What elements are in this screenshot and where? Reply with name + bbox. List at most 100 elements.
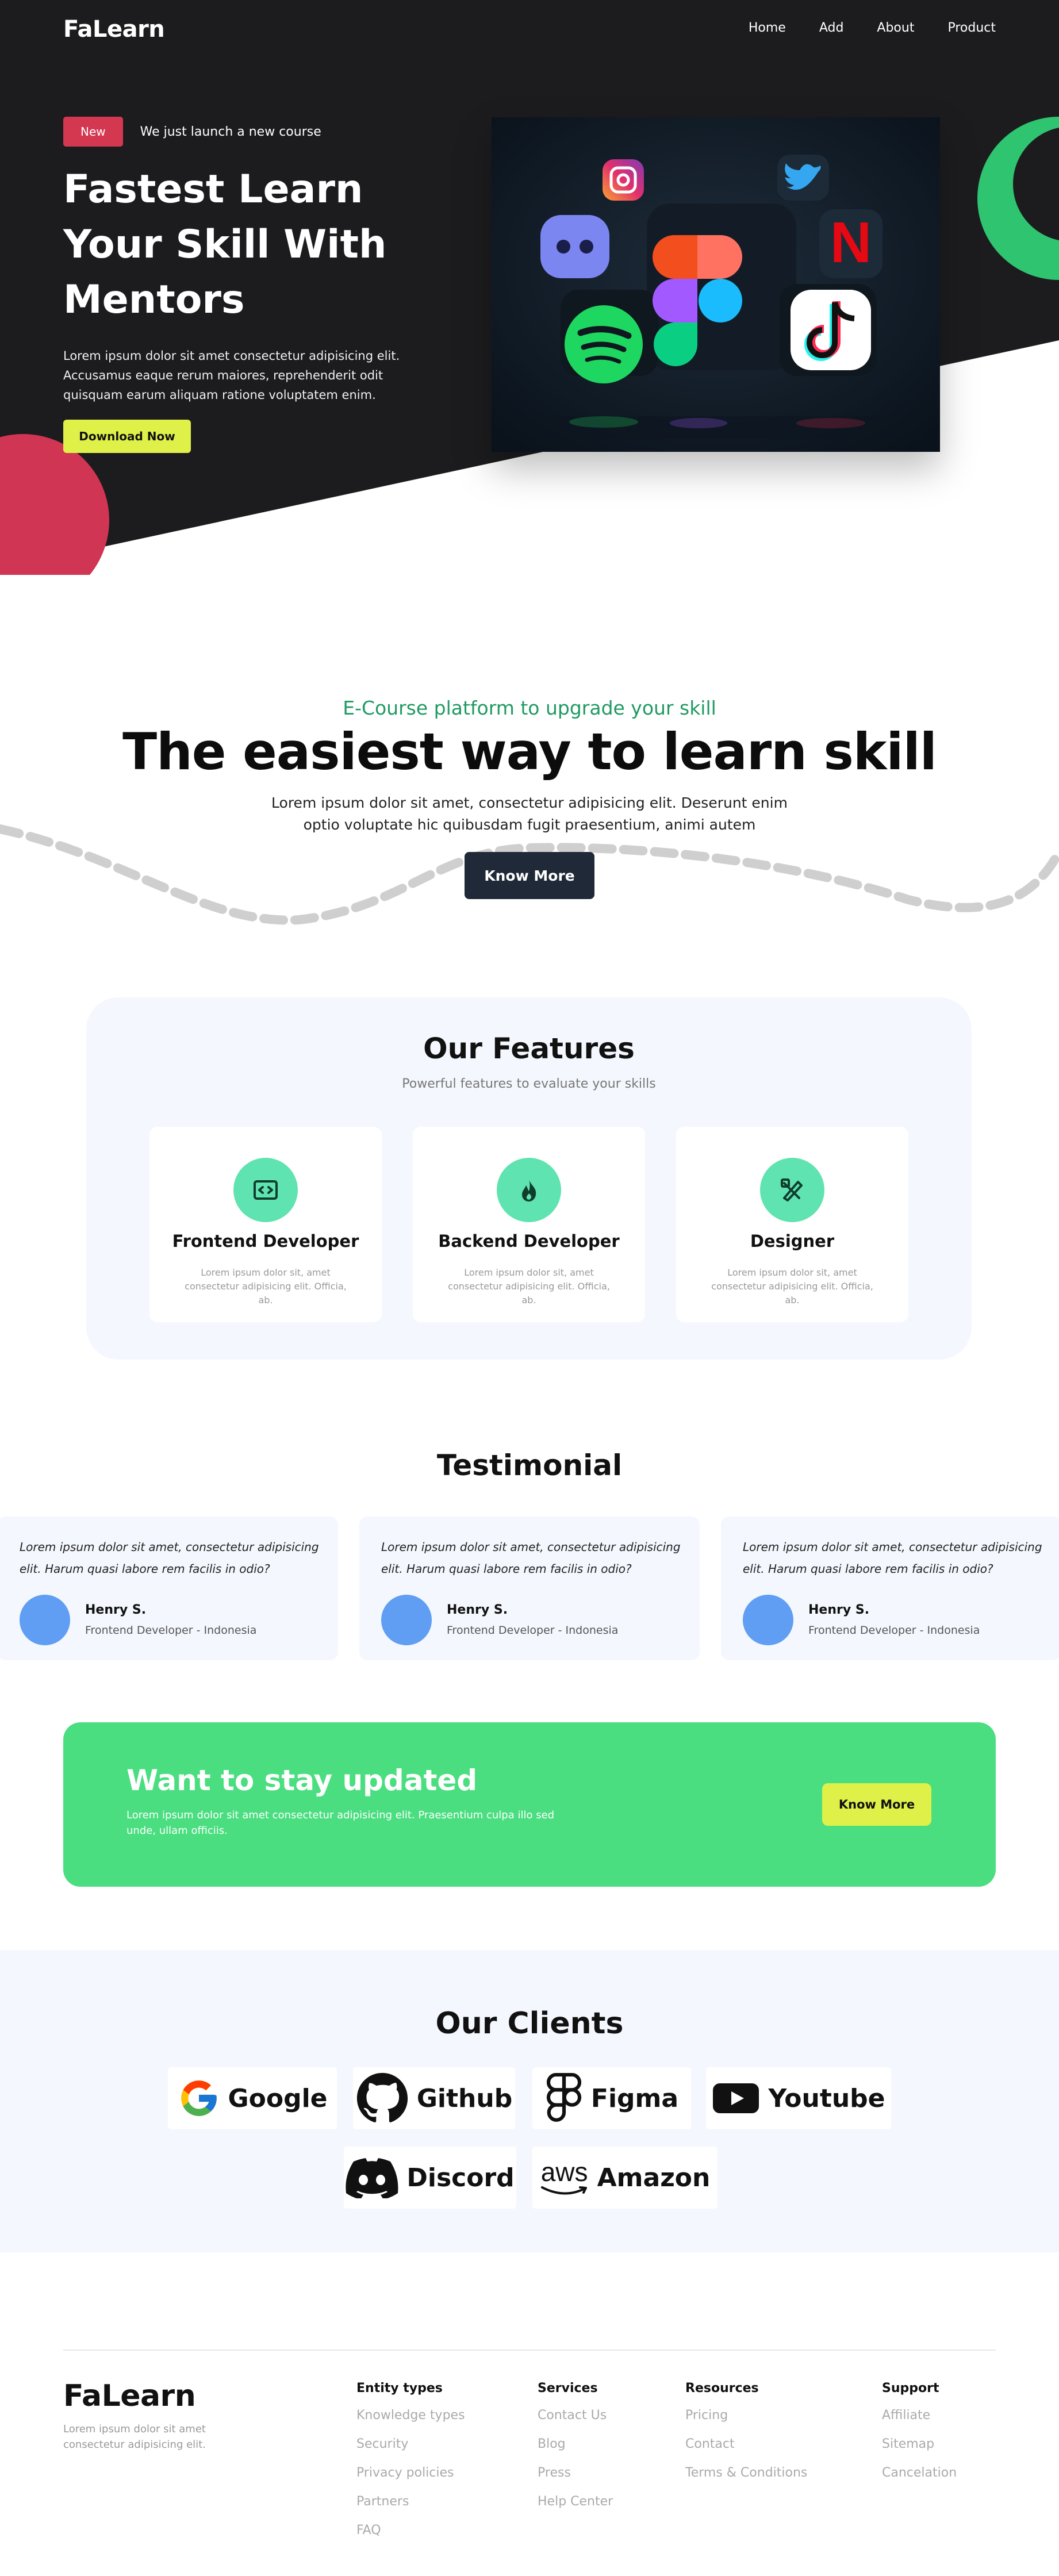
nav-product[interactable]: Product: [947, 21, 996, 35]
hero-description: Lorem ipsum dolor sit amet consectetur a…: [63, 349, 400, 402]
intro-subtitle: E-Course platform to upgrade your skill: [343, 697, 716, 719]
announcement: New We just launch a new course: [63, 117, 321, 147]
feature-card-designer[interactable]: Designer Lorem ipsum dolor sit, amet con…: [676, 1127, 908, 1322]
footer-link[interactable]: Blog: [538, 2437, 613, 2466]
footer-link[interactable]: Contact: [685, 2437, 807, 2466]
avatar: [743, 1595, 793, 1645]
know-more-button[interactable]: Know More: [465, 852, 594, 899]
new-badge: New: [63, 117, 123, 147]
github-icon: [356, 2072, 408, 2122]
hero-title: Fastest Learn Your Skill With Mentors: [63, 167, 387, 323]
feature-name: Backend Developer: [438, 1231, 620, 1251]
main-nav: Home Add About Product: [749, 21, 996, 35]
client-amazon[interactable]: aws Amazon: [532, 2147, 717, 2209]
client-name: Github: [416, 2083, 513, 2113]
testimonial-quote: Lorem ipsum dolor sit amet, consectetur …: [743, 1540, 1042, 1576]
testimonial-name: Henry S.: [447, 1603, 508, 1617]
testimonial-card: Lorem ipsum dolor sit amet, consectetur …: [0, 1517, 338, 1660]
newsletter-cta: Want to stay updated Lorem ipsum dolor s…: [63, 1722, 996, 1887]
discord-icon: [346, 2158, 398, 2198]
features-title: Our Features: [423, 1032, 635, 1065]
footer-link[interactable]: Contact Us: [538, 2408, 613, 2437]
testimonial-quote: Lorem ipsum dolor sit amet, consectetur …: [381, 1540, 681, 1576]
testimonial-role: Frontend Developer - Indonesia: [85, 1624, 257, 1637]
code-icon: [233, 1158, 298, 1222]
footer-link[interactable]: Sitemap: [882, 2437, 957, 2466]
client-name: Figma: [590, 2083, 679, 2113]
footer-description: Lorem ipsum dolor sit amet consectetur a…: [63, 2423, 206, 2451]
client-name: Discord: [406, 2163, 515, 2193]
hero-image: N: [492, 117, 940, 452]
nav-about[interactable]: About: [877, 21, 914, 35]
client-youtube[interactable]: Youtube: [706, 2067, 891, 2129]
client-discord[interactable]: Discord: [344, 2147, 516, 2209]
cta-title: Want to stay updated: [126, 1764, 478, 1797]
footer-link[interactable]: Pricing: [685, 2408, 807, 2437]
aws-icon-text: aws: [540, 2157, 588, 2187]
client-github[interactable]: Github: [353, 2067, 515, 2129]
footer-divider: [63, 2350, 996, 2351]
client-name: Amazon: [597, 2163, 711, 2193]
figma-icon: [546, 2073, 582, 2122]
discord-3d-icon: [540, 215, 609, 278]
feature-card-frontend[interactable]: Frontend Developer Lorem ipsum dolor sit…: [149, 1127, 382, 1322]
footer-link[interactable]: Press: [538, 2466, 613, 2494]
client-name: Youtube: [768, 2083, 885, 2113]
design-tools-icon: [760, 1158, 824, 1222]
nav-home[interactable]: Home: [749, 21, 786, 35]
footer-link[interactable]: Terms & Conditions: [685, 2466, 807, 2494]
footer-link[interactable]: Affiliate: [882, 2408, 957, 2437]
feature-name: Frontend Developer: [172, 1231, 359, 1251]
features-section: Our Features Powerful features to evalua…: [86, 997, 972, 1360]
footer-link[interactable]: Privacy policies: [356, 2466, 465, 2494]
footer-column-title: Entity types: [356, 2381, 443, 2395]
download-button[interactable]: Download Now: [63, 420, 191, 453]
avatar: [381, 1595, 432, 1645]
nav-add[interactable]: Add: [819, 21, 844, 35]
feature-description: Lorem ipsum dolor sit, amet consectetur …: [448, 1267, 610, 1306]
footer-column-resources: Resources Pricing Contact Terms & Condit…: [685, 2381, 807, 2494]
footer-logo[interactable]: FaLearn: [63, 2379, 196, 2413]
feature-card-backend[interactable]: Backend Developer Lorem ipsum dolor sit,…: [413, 1127, 645, 1322]
feature-description: Lorem ipsum dolor sit, amet consectetur …: [711, 1267, 873, 1306]
feature-name: Designer: [750, 1231, 835, 1251]
testimonial-role: Frontend Developer - Indonesia: [808, 1624, 980, 1637]
footer-column-title: Support: [882, 2381, 939, 2395]
figma-3d-icon: [653, 235, 697, 279]
youtube-icon: [713, 2083, 759, 2113]
footer-link[interactable]: Cancelation: [882, 2466, 957, 2494]
netflix-3d-icon: N: [830, 210, 872, 275]
hero-section: FaLearn Home Add About Product New We ju…: [0, 0, 1059, 575]
footer-column-entity-types: Entity types Knowledge types Security Pr…: [356, 2381, 465, 2552]
logo[interactable]: FaLearn: [63, 16, 165, 43]
footer-link[interactable]: Knowledge types: [356, 2408, 465, 2437]
aws-icon: aws: [540, 2159, 589, 2197]
intro-description-line: Lorem ipsum dolor sit amet, consectetur …: [271, 794, 788, 811]
footer-column-title: Resources: [685, 2381, 759, 2395]
instagram-3d-icon: [603, 159, 644, 201]
features-subtitle: Powerful features to evaluate your skill…: [402, 1077, 656, 1091]
cta-know-more-button[interactable]: Know More: [822, 1783, 931, 1826]
clients-section: Our Clients Google Github Figma Youtube …: [0, 1950, 1059, 2252]
feature-description: Lorem ipsum dolor sit, amet consectetur …: [185, 1267, 347, 1306]
testimonial-name: Henry S.: [85, 1603, 147, 1617]
announcement-text: We just launch a new course: [140, 124, 321, 139]
fire-icon: [497, 1158, 561, 1222]
footer-link[interactable]: Partners: [356, 2494, 465, 2523]
clients-title: Our Clients: [435, 2006, 624, 2041]
footer-column-support: Support Affiliate Sitemap Cancelation: [882, 2381, 957, 2494]
footer-column-title: Services: [538, 2381, 598, 2395]
footer-link[interactable]: Security: [356, 2437, 465, 2466]
cta-description: Lorem ipsum dolor sit amet consectetur a…: [126, 1809, 555, 1837]
testimonial-name: Henry S.: [808, 1603, 870, 1617]
footer-link[interactable]: FAQ: [356, 2523, 465, 2552]
client-figma[interactable]: Figma: [532, 2067, 691, 2129]
testimonial-card: Lorem ipsum dolor sit amet, consectetur …: [721, 1517, 1059, 1660]
google-icon: [181, 2080, 217, 2116]
client-name: Google: [228, 2083, 328, 2113]
footer-link[interactable]: Help Center: [538, 2494, 613, 2523]
testimonial-quote: Lorem ipsum dolor sit amet, consectetur …: [20, 1540, 319, 1576]
footer-column-services: Services Contact Us Blog Press Help Cent…: [538, 2381, 613, 2523]
client-google[interactable]: Google: [168, 2067, 337, 2129]
testimonial-role: Frontend Developer - Indonesia: [447, 1624, 619, 1637]
